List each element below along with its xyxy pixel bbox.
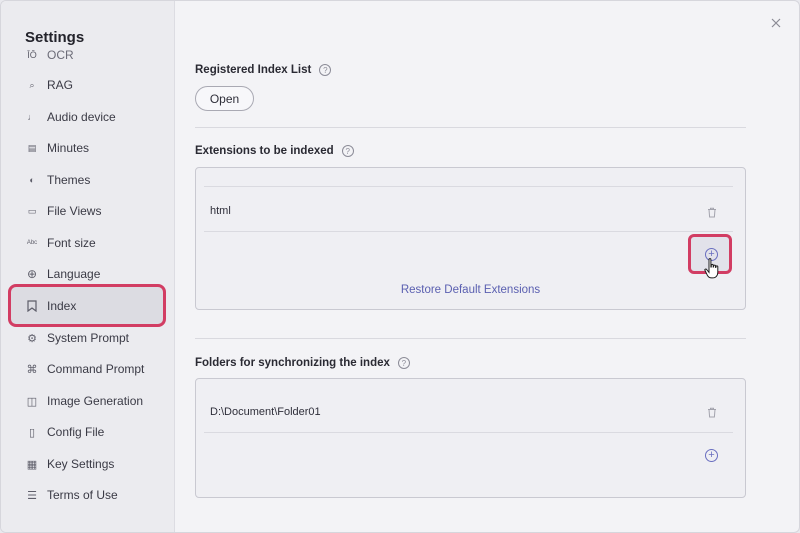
sidebar-item-rag[interactable]: ⌕ RAG [11, 70, 163, 100]
extensions-title: Extensions to be indexed ? [195, 145, 354, 157]
command-icon: ⌘ [26, 363, 38, 376]
row-divider [204, 432, 733, 433]
sidebar-item-terms-of-use[interactable]: ☰ Terms of Use [11, 480, 163, 510]
sidebar-item-label: Audio device [47, 110, 116, 124]
restore-default-extensions-link[interactable]: Restore Default Extensions [196, 284, 745, 296]
palette-icon: ◐ [29, 175, 35, 185]
sidebar-item-label: Config File [47, 425, 105, 439]
globe-icon: ⊕ [26, 267, 38, 281]
divider [195, 338, 746, 339]
sidebar-item-label: Language [47, 267, 101, 281]
sidebar-item-label: Minutes [47, 141, 90, 155]
sidebar-item-label: Command Prompt [47, 362, 145, 376]
sidebar-item-label: Themes [47, 173, 91, 187]
sidebar-item-font-size[interactable]: Abc Font size [11, 228, 163, 258]
sidebar-title: Settings [25, 29, 85, 46]
document-icon: ▤ [27, 142, 37, 153]
folders-panel: D:\Document\Folder01 + [195, 378, 746, 498]
sidebar-item-label: RAG [47, 78, 74, 92]
add-folder-button[interactable]: + [705, 449, 718, 462]
folders-title: Folders for synchronizing the index ? [195, 357, 410, 369]
row-divider [204, 231, 733, 232]
sidebar-item-label: Index [47, 298, 77, 313]
extension-item[interactable]: html [210, 205, 231, 217]
folder-icon: ▭ [27, 205, 37, 216]
font-size-icon: Abc [26, 240, 38, 246]
sidebar-item-label: OCR [47, 48, 74, 62]
sidebar-item-label: Image Generation [47, 394, 144, 408]
sidebar-item-label: File Views [47, 204, 102, 218]
sidebar-item-ocr[interactable]: ĪŌ OCR [11, 47, 163, 63]
hand-cursor-icon [704, 258, 719, 279]
config-file-icon: ▯ [28, 426, 36, 439]
help-icon[interactable]: ? [341, 145, 354, 157]
open-index-button[interactable]: Open [195, 86, 254, 111]
sidebar-item-config-file[interactable]: ▯ Config File [11, 417, 163, 447]
sidebar-item-minutes[interactable]: ▤ Minutes [11, 133, 163, 163]
trash-icon[interactable] [707, 205, 717, 218]
registered-index-title: Registered Index List ? [195, 64, 332, 76]
ocr-icon: ĪŌ [27, 50, 37, 60]
sidebar-item-themes[interactable]: ◐ Themes [11, 165, 163, 195]
microphone-icon: ♩ [27, 112, 37, 122]
sidebar-item-key-settings[interactable]: ▦ Key Settings [11, 449, 163, 479]
sidebar-item-command-prompt[interactable]: ⌘ Command Prompt [11, 354, 163, 384]
row-divider [204, 186, 733, 187]
section-title-text: Folders for synchronizing the index [195, 357, 390, 369]
terms-icon: ☰ [27, 489, 37, 502]
sidebar-item-label: Font size [47, 236, 96, 250]
extensions-panel: html + Restore Default Extensions [195, 167, 746, 310]
divider [195, 127, 746, 128]
settings-window: Settings ĪŌ OCR ⌕ RAG ♩ Audio device ▤ M… [0, 0, 800, 533]
system-prompt-icon: ⚙ [27, 332, 37, 345]
sidebar-item-system-prompt[interactable]: ⚙ System Prompt [11, 323, 163, 353]
sidebar-item-language[interactable]: ⊕ Language [11, 259, 163, 289]
section-title-text: Registered Index List [195, 64, 312, 76]
settings-content: Registered Index List ? Open Extensions … [176, 1, 799, 532]
section-title-text: Extensions to be indexed [195, 145, 334, 157]
trash-icon[interactable] [707, 405, 717, 418]
key-icon: ▦ [26, 458, 38, 471]
help-icon[interactable]: ? [319, 64, 332, 76]
folder-item[interactable]: D:\Document\Folder01 [210, 406, 321, 418]
sidebar-item-index[interactable]: Index [8, 284, 166, 327]
sidebar-item-image-generation[interactable]: ◫ Image Generation [11, 386, 163, 416]
sidebar: Settings ĪŌ OCR ⌕ RAG ♩ Audio device ▤ M… [1, 1, 175, 532]
image-icon: ◫ [26, 395, 38, 408]
sidebar-item-label: System Prompt [47, 331, 130, 345]
sidebar-item-label: Key Settings [47, 457, 115, 471]
close-icon[interactable] [769, 17, 783, 31]
sidebar-item-audio-device[interactable]: ♩ Audio device [11, 102, 163, 132]
sidebar-item-label: Terms of Use [47, 488, 118, 502]
search-icon: ⌕ [29, 79, 35, 90]
sidebar-item-file-views[interactable]: ▭ File Views [11, 196, 163, 226]
help-icon[interactable]: ? [397, 357, 410, 369]
bookmark-icon [25, 299, 39, 313]
